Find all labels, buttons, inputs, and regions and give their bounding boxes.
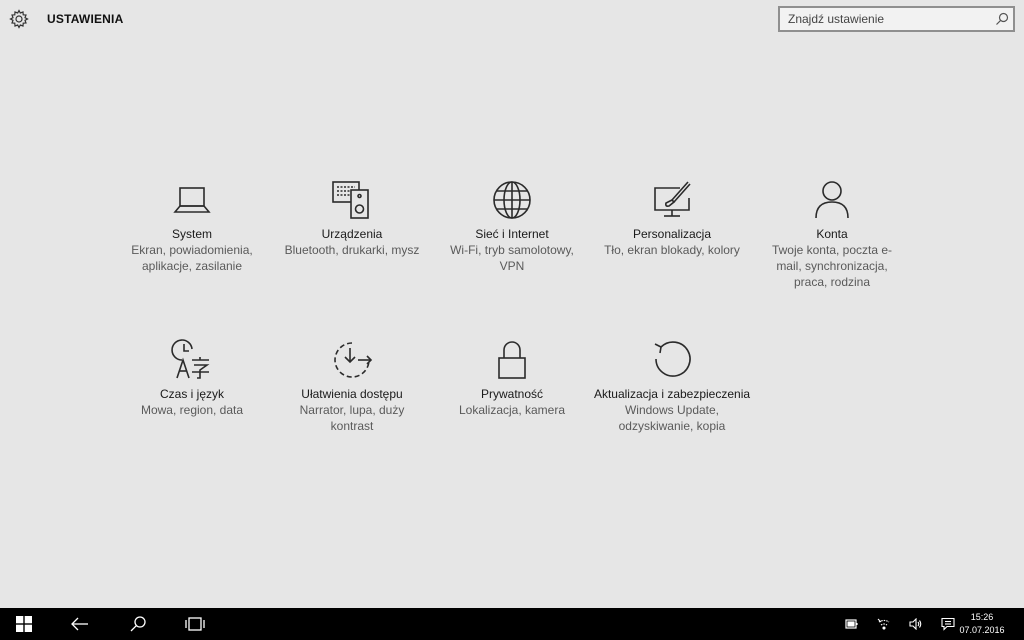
search-icon[interactable]	[995, 12, 1009, 26]
start-button[interactable]	[0, 608, 48, 640]
category-name: Czas i język	[159, 387, 224, 401]
category-description: Bluetooth, drukarki, mysz	[284, 243, 420, 257]
category-devices[interactable]: Urządzenia Bluetooth, drukarki, mysz	[272, 178, 432, 258]
search-icon	[130, 616, 146, 632]
category-name: Konta	[816, 227, 848, 241]
category-update-security[interactable]: Aktualizacja i zabezpieczenia Windows Up…	[592, 338, 752, 434]
category-name: Personalizacja	[632, 227, 712, 241]
tray-device-button[interactable]	[839, 608, 865, 640]
search-taskbar-button[interactable]	[114, 608, 162, 640]
gear-icon	[9, 9, 29, 29]
search-box[interactable]	[778, 6, 1015, 32]
paintbrush-icon	[654, 181, 691, 217]
category-privacy[interactable]: Prywatność Lokalizacja, kamera	[432, 338, 592, 418]
category-description: Twoje konta, poczta e-mail, synchronizac…	[771, 243, 893, 289]
category-description: Wi-Fi, tryb samolotowy, VPN	[450, 243, 574, 273]
wifi-icon	[877, 618, 890, 630]
tray-volume-button[interactable]	[903, 608, 929, 640]
category-ease-of-access[interactable]: Ułatwienia dostępu Narrator, lupa, duży …	[272, 338, 432, 434]
time-language-icon	[171, 339, 210, 379]
taskbar-clock[interactable]: 15:26 07.07.2016	[952, 611, 1012, 637]
back-button[interactable]	[56, 608, 104, 640]
task-view-button[interactable]	[171, 608, 219, 640]
windows-logo-icon	[16, 616, 32, 632]
clock-date: 07.07.2016	[959, 625, 1005, 635]
category-description: Lokalizacja, kamera	[458, 403, 566, 417]
globe-icon	[493, 181, 531, 219]
category-personalization[interactable]: Personalizacja Tło, ekran blokady, kolor…	[592, 178, 752, 258]
category-name: Aktualizacja i zabezpieczenia	[593, 387, 751, 401]
tray-network-button[interactable]	[871, 608, 897, 640]
category-description: Windows Update, odzyskiwanie, kopia	[618, 403, 726, 433]
back-arrow-icon	[71, 617, 88, 631]
category-name: Sieć i Internet	[475, 227, 549, 241]
category-description: Ekran, powiadomienia, aplikacje, zasilan…	[131, 243, 253, 273]
ease-of-access-icon	[334, 342, 373, 378]
task-view-icon	[185, 617, 205, 631]
page-title: USTAWIENIA	[47, 12, 124, 26]
update-icon	[654, 341, 691, 377]
category-name: System	[171, 227, 212, 241]
category-name: Urządzenia	[321, 227, 383, 241]
category-accounts[interactable]: Konta Twoje konta, poczta e-mail, synchr…	[752, 178, 912, 290]
category-description: Mowa, region, data	[140, 403, 244, 417]
category-time-language[interactable]: Czas i język Mowa, region, data	[112, 338, 272, 418]
category-name: Prywatność	[480, 387, 544, 401]
category-system[interactable]: System Ekran, powiadomienia, aplikacje, …	[112, 178, 272, 274]
volume-icon	[909, 618, 922, 630]
category-network[interactable]: Sieć i Internet Wi-Fi, tryb samolotowy, …	[432, 178, 592, 274]
clock-time: 15:26	[970, 612, 994, 622]
devices-icon	[332, 181, 369, 219]
taskbar: 15:26 07.07.2016	[0, 608, 1024, 640]
laptop-icon	[173, 187, 211, 213]
header: USTAWIENIA	[0, 0, 1024, 40]
lock-icon	[498, 341, 526, 379]
category-description: Tło, ekran blokady, kolory	[604, 243, 740, 257]
battery-device-icon	[845, 619, 858, 629]
category-description: Narrator, lupa, duży kontrast	[299, 403, 405, 433]
person-icon	[815, 181, 849, 219]
category-name: Ułatwienia dostępu	[301, 387, 403, 401]
search-input[interactable]	[780, 8, 985, 30]
